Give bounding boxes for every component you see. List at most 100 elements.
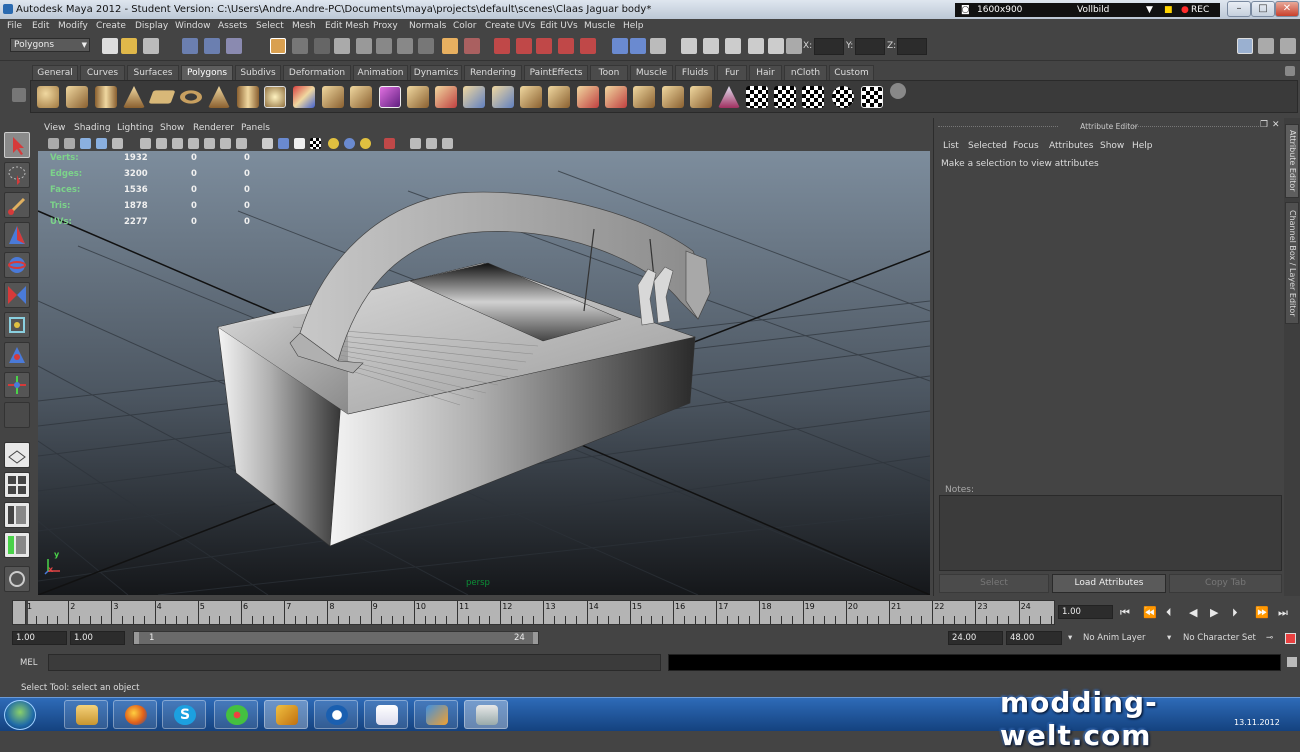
snap-grid-icon[interactable] [334, 38, 350, 54]
perspective-viewport[interactable]: Verts: 1932 0 0 Edges: 3200 0 0 Faces: 1… [38, 151, 930, 595]
menu-assets[interactable]: Assets [218, 19, 247, 34]
input-line-icon[interactable] [612, 38, 628, 54]
shelf-tab-deformation[interactable]: Deformation [283, 65, 351, 80]
end-time-field[interactable]: 48.00 [1006, 631, 1062, 645]
lock-input-icon[interactable] [442, 38, 458, 54]
poly-sphere-icon[interactable] [37, 86, 59, 108]
default-lighting-icon[interactable] [204, 138, 215, 149]
y-field[interactable] [855, 38, 885, 55]
new-scene-icon[interactable] [102, 38, 118, 54]
scale-tool-icon[interactable] [4, 282, 30, 308]
save-scene-icon[interactable] [143, 38, 159, 54]
lighting-quality-icon[interactable] [328, 138, 339, 149]
shelf-tab-fluids[interactable]: Fluids [675, 65, 715, 80]
shelf-tab-animation[interactable]: Animation [353, 65, 408, 80]
step-forward-frame-icon[interactable]: ⏩ [1255, 606, 1269, 619]
shelf-tab-painteffects[interactable]: PaintEffects [524, 65, 588, 80]
channel-box-toggle-icon[interactable] [1280, 38, 1296, 54]
paint-select-tool-icon[interactable] [4, 192, 30, 218]
soft-modification-icon[interactable] [4, 342, 30, 368]
snap-object-icon[interactable] [270, 38, 286, 54]
textured-icon[interactable] [188, 138, 199, 149]
select-camera-icon[interactable] [48, 138, 59, 149]
rotate-tool-icon[interactable] [4, 252, 30, 278]
taskbar-winamp[interactable] [264, 700, 308, 729]
poly-pipe-icon[interactable] [237, 86, 259, 108]
taskbar-icq[interactable] [214, 700, 258, 729]
bevel-icon[interactable] [633, 86, 655, 108]
shelf-tab-custom[interactable]: Custom [829, 65, 874, 80]
persp-outliner-layout-icon[interactable] [4, 502, 30, 528]
split-polygon-icon[interactable] [548, 86, 570, 108]
play-backwards-icon[interactable]: ◀ [1189, 606, 1197, 619]
minimize-button[interactable]: – [1227, 1, 1251, 17]
menu-muscle[interactable]: Muscle [584, 19, 615, 34]
command-input[interactable] [48, 654, 661, 671]
select-object-icon[interactable] [204, 38, 220, 54]
shelf-tab-rendering[interactable]: Rendering [464, 65, 522, 80]
shelf-tab-surfaces[interactable]: Surfaces [127, 65, 179, 80]
snap-curve-icon[interactable] [314, 38, 330, 54]
menu-mesh[interactable]: Mesh [292, 19, 316, 34]
menu-normals[interactable]: Normals [409, 19, 446, 34]
bookmarks-icon[interactable] [80, 138, 91, 149]
ae-menu-help[interactable]: Help [1132, 141, 1153, 151]
step-back-key-icon[interactable]: ⏴ [1166, 606, 1172, 620]
select-button[interactable]: Select [939, 574, 1049, 593]
menu-edit-uvs[interactable]: Edit UVs [540, 19, 578, 34]
shelf-tab-toon[interactable]: Toon [590, 65, 628, 80]
bridge-icon[interactable] [492, 86, 514, 108]
shelf-options-icon[interactable] [1285, 66, 1295, 76]
close-panel-icon[interactable]: ✕ [1272, 120, 1280, 130]
shelf-tab-curves[interactable]: Curves [80, 65, 125, 80]
z-field[interactable] [897, 38, 927, 55]
show-manipulator-icon[interactable] [4, 372, 30, 398]
taskbar-teamviewer[interactable] [314, 700, 358, 729]
merge-to-center-icon[interactable] [690, 86, 712, 108]
character-set-label[interactable]: No Character Set [1183, 633, 1256, 643]
cylindrical-mapping-icon[interactable] [774, 86, 796, 108]
poly-soccer-ball-icon[interactable] [264, 86, 286, 108]
dropdown-arrow-icon[interactable]: ▾ [1167, 633, 1171, 643]
motion-blur-icon[interactable] [344, 138, 355, 149]
texture-icon[interactable] [236, 138, 247, 149]
taskbar-explorer[interactable] [64, 700, 108, 729]
xray-joints-icon[interactable] [294, 138, 305, 149]
load-attributes-button[interactable]: Load Attributes [1052, 574, 1166, 593]
shelf-tab-polygons[interactable]: Polygons [181, 65, 233, 80]
record-camera-icon[interactable]: ■ [1164, 3, 1173, 17]
recorder-mode[interactable]: Vollbild [1077, 3, 1109, 17]
lasso-tool-icon[interactable] [4, 162, 30, 188]
film-gate-icon[interactable] [410, 138, 421, 149]
dropdown-arrow-icon[interactable]: ▾ [1068, 633, 1072, 643]
anim-layer-label[interactable]: No Anim Layer [1083, 633, 1146, 643]
boolean-icon[interactable] [407, 86, 429, 108]
taskbar-maya[interactable] [464, 700, 508, 729]
wireframe-icon[interactable] [140, 138, 151, 149]
graph-editor-icon[interactable] [768, 38, 784, 54]
step-back-frame-icon[interactable]: ⏪ [1143, 606, 1157, 619]
single-perspective-layout-icon[interactable] [4, 442, 30, 468]
resolution-gate-icon[interactable] [426, 138, 437, 149]
x-field[interactable] [814, 38, 844, 55]
shelf-tab-general[interactable]: General [32, 65, 78, 80]
go-to-start-icon[interactable]: ⏮ [1120, 606, 1130, 620]
recorder-resolution[interactable]: 1600x900 [977, 3, 1022, 17]
playback-start-field[interactable]: 1.00 [70, 631, 125, 645]
channel-box-tab[interactable]: Channel Box / Layer Editor [1285, 202, 1299, 324]
start-time-field[interactable]: 1.00 [12, 631, 67, 645]
viewport-menu-show[interactable]: Show [160, 121, 184, 136]
insert-edge-loop-icon[interactable] [577, 86, 599, 108]
help-query-icon[interactable] [418, 38, 434, 54]
menu-edit-mesh[interactable]: Edit Mesh [325, 19, 369, 34]
taskbar-paint[interactable] [414, 700, 458, 729]
key-icon[interactable]: ⊸ [1266, 633, 1273, 643]
go-to-end-icon[interactable]: ⏭ [1278, 606, 1288, 620]
anti-aliasing-icon[interactable] [360, 138, 371, 149]
menu-color[interactable]: Color [453, 19, 477, 34]
viewport-menu-renderer[interactable]: Renderer [193, 121, 234, 136]
make-live-icon[interactable] [397, 38, 413, 54]
viewport-menu-panels[interactable]: Panels [241, 121, 270, 136]
shelf-menu-icon[interactable] [12, 88, 26, 102]
windows-start-button[interactable] [4, 700, 36, 730]
